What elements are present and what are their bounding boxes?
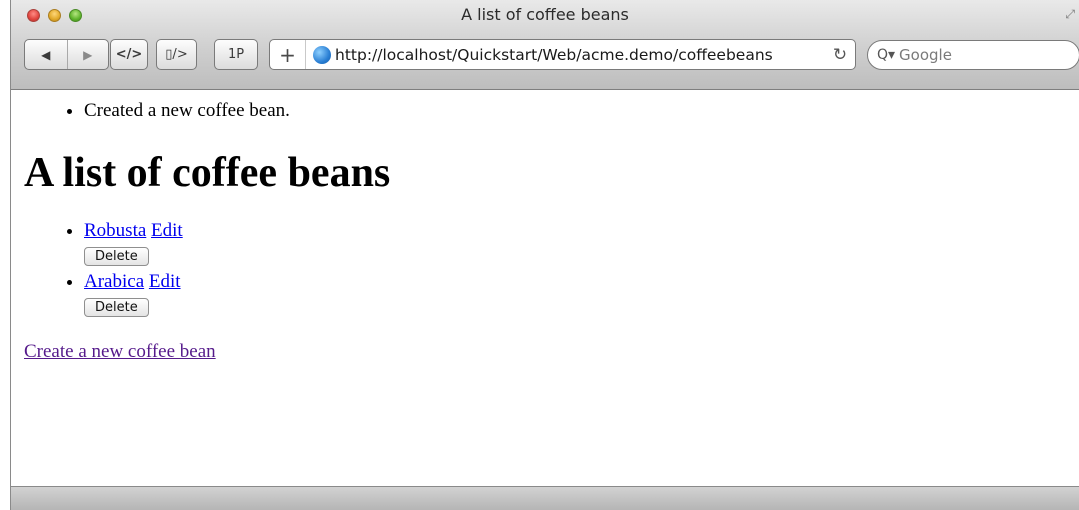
onepassword-button[interactable]: 1P [214, 39, 258, 70]
coffee-bean-list: Robusta Edit Delete Arabica Edit Delete [84, 219, 1066, 317]
url-field[interactable]: http://localhost/Quickstart/Web/acme.dem… [335, 46, 825, 64]
title-bar: A list of coffee beans ⤢ ◀ ▶ </> ▯/> 1P … [11, 0, 1079, 90]
list-item: Arabica Edit Delete [84, 270, 1066, 317]
delete-button-robusta[interactable]: Delete [84, 247, 149, 266]
flash-message: Created a new coffee bean. [84, 99, 1066, 123]
reload-icon: ↻ [832, 44, 848, 65]
browser-window: A list of coffee beans ⤢ ◀ ▶ </> ▯/> 1P … [10, 0, 1079, 510]
add-bookmark-button[interactable]: + [270, 40, 306, 69]
create-bean-link[interactable]: Create a new coffee bean [24, 341, 216, 363]
page-title: A list of coffee beans [24, 150, 391, 196]
bean-link-robusta[interactable]: Robusta [84, 220, 146, 241]
back-button[interactable]: ◀ [25, 40, 67, 69]
view-source-button[interactable]: </> [110, 39, 148, 70]
page-content: Created a new coffee bean. A list of cof… [11, 91, 1079, 486]
forward-button[interactable]: ▶ [66, 40, 109, 69]
view-source-alt-icon: ▯/> [165, 47, 188, 62]
reload-button[interactable]: ↻ [825, 45, 855, 65]
delete-button-arabica[interactable]: Delete [84, 298, 149, 317]
forward-icon: ▶ [83, 47, 93, 62]
search-box[interactable]: Q▾ [867, 40, 1079, 70]
window-title: A list of coffee beans [461, 5, 629, 24]
edit-link-robusta[interactable]: Edit [151, 220, 183, 241]
back-icon: ◀ [41, 47, 51, 62]
view-source-alt-button[interactable]: ▯/> [156, 39, 197, 70]
list-item: Robusta Edit Delete [84, 219, 1066, 266]
search-input[interactable] [899, 46, 1060, 64]
search-icon: Q▾ [877, 47, 896, 63]
address-bar[interactable]: + http://localhost/Quickstart/Web/acme.d… [269, 39, 856, 70]
status-bar [11, 486, 1079, 510]
bean-link-arabica[interactable]: Arabica [84, 271, 144, 292]
fullscreen-icon[interactable]: ⤢ [1065, 7, 1075, 22]
edit-link-arabica[interactable]: Edit [149, 271, 181, 292]
globe-icon [313, 45, 331, 64]
flash-messages: Created a new coffee bean. [84, 99, 1066, 123]
back-forward-group: ◀ ▶ [24, 39, 109, 70]
onepassword-icon: 1P [227, 47, 245, 62]
view-source-icon: </> [115, 47, 143, 62]
